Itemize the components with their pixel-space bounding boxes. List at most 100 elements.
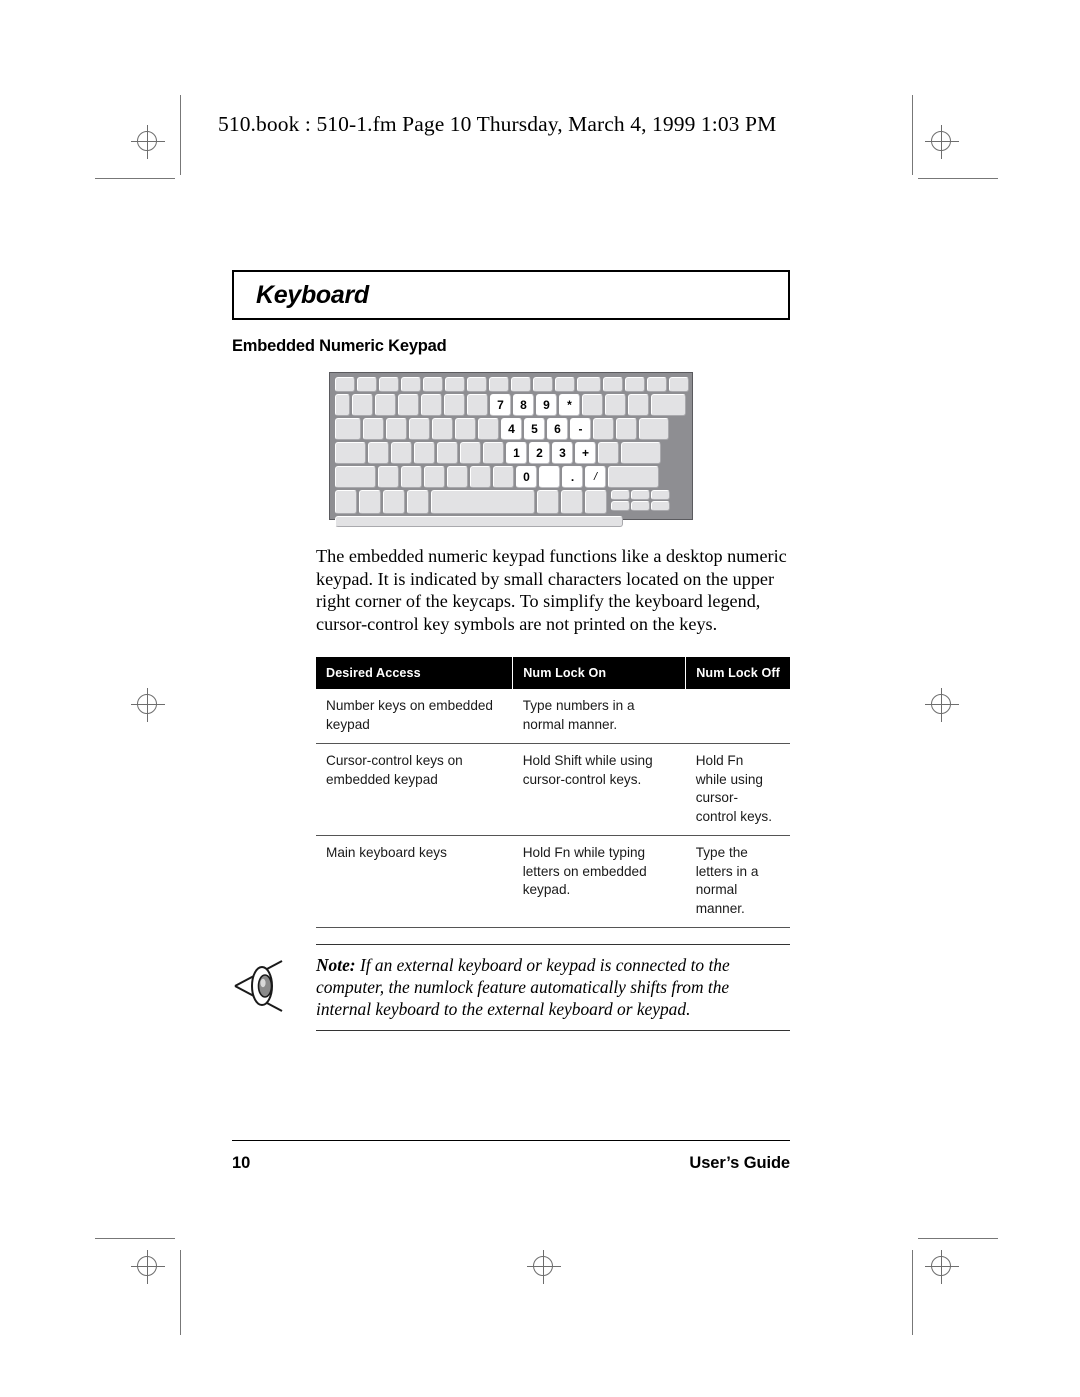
arrow-row-top	[611, 490, 670, 500]
table-row: Number keys on embedded keypad Type numb…	[316, 689, 790, 744]
key-arrow-up	[631, 490, 650, 500]
key-blank	[401, 466, 422, 488]
registration-vline	[941, 125, 942, 159]
key-blank	[444, 394, 465, 416]
key-blank	[335, 394, 350, 416]
registration-hline	[527, 1266, 561, 1267]
key-blank	[669, 377, 689, 392]
keyboard-row-modifiers	[335, 490, 687, 514]
eye-note-icon	[234, 960, 283, 1012]
footer-inner: 10 User’s Guide	[232, 1141, 790, 1173]
key-ctrl	[335, 490, 357, 514]
column-header-num-lock-off: Num Lock Off	[685, 657, 790, 689]
key-blank	[357, 377, 377, 392]
keypad-key-6: 6	[547, 418, 568, 440]
key-blank	[639, 418, 669, 440]
key-blank	[611, 490, 630, 500]
registration-mark-bottom-right	[925, 1250, 959, 1284]
print-header: 510.book : 510-1.fm Page 10 Thursday, Ma…	[218, 112, 777, 136]
key-blank	[455, 418, 476, 440]
arrow-key-cluster	[611, 490, 670, 514]
crop-line-left-vertical-bottom	[180, 1250, 181, 1335]
page-title: Keyboard	[256, 280, 369, 309]
registration-vline	[147, 1250, 148, 1284]
key-blank	[437, 442, 458, 464]
keypad-key-5: 5	[524, 418, 545, 440]
key-blank	[616, 418, 637, 440]
keypad-key-8: 8	[513, 394, 534, 416]
crop-line-right-vertical-top	[912, 95, 913, 175]
key-shift-left	[335, 466, 376, 488]
keypad-key-0: 0	[516, 466, 537, 488]
keypad-key-plus: +	[575, 442, 596, 464]
cell-num-lock-off: Type the letters in a normal manner.	[685, 835, 790, 928]
crop-line-bottom-right-horizontal	[918, 1238, 998, 1239]
keypad-key-blank	[539, 466, 560, 488]
note-body: If an external keyboard or keypad is con…	[316, 955, 730, 1019]
key-blank	[391, 442, 412, 464]
registration-vline	[147, 125, 148, 159]
footer-guide-label: User’s Guide	[689, 1154, 790, 1172]
key-blank	[432, 418, 453, 440]
registration-hline	[131, 141, 165, 142]
key-blank	[582, 394, 603, 416]
registration-vline	[147, 688, 148, 722]
key-blank	[577, 377, 601, 392]
note-block: Note: If an external keyboard or keypad …	[234, 944, 790, 1031]
key-blank	[386, 418, 407, 440]
registration-vline	[941, 1250, 942, 1284]
column-header-desired-access: Desired Access	[316, 657, 514, 689]
registration-hline	[925, 141, 959, 142]
key-blank	[409, 418, 430, 440]
keyboard-row-home: 1 2 3 +	[335, 442, 687, 464]
page-content: Keyboard Embedded Numeric Keypad 7 8 9 *…	[232, 270, 790, 1031]
key-blank	[352, 394, 373, 416]
key-blank	[335, 377, 355, 392]
key-blank	[460, 442, 481, 464]
key-capslock	[335, 442, 366, 464]
registration-hline	[925, 704, 959, 705]
keypad-key-4: 4	[501, 418, 522, 440]
key-blank	[470, 466, 491, 488]
key-blank	[467, 394, 488, 416]
key-alt	[407, 490, 429, 514]
registration-mark-mid-right	[925, 688, 959, 722]
registration-mark-top-left	[131, 125, 165, 159]
registration-hline	[131, 704, 165, 705]
key-menu	[561, 490, 583, 514]
key-win	[383, 490, 405, 514]
body-paragraph: The embedded numeric keypad functions li…	[316, 546, 787, 634]
registration-mark-bottom-left	[131, 1250, 165, 1284]
note-label: Note:	[316, 955, 356, 975]
crop-line-left-vertical-top	[180, 95, 181, 175]
crop-line-bottom-left-horizontal	[95, 1238, 175, 1239]
crop-line-right-vertical-bottom	[912, 1250, 913, 1335]
keyboard-row-function	[335, 377, 689, 392]
key-blank	[368, 442, 389, 464]
keyboard-figure: 7 8 9 * 4 5 6 - 1 2 3 + 0 . /	[232, 372, 790, 527]
section-subheading: Embedded Numeric Keypad	[232, 337, 447, 355]
key-blank	[555, 377, 575, 392]
key-blank	[493, 466, 514, 488]
keypad-key-1: 1	[506, 442, 527, 464]
cell-num-lock-on: Type numbers in a normal manner.	[512, 689, 686, 744]
crop-line-top-left-horizontal	[95, 178, 175, 179]
key-blank	[445, 377, 465, 392]
keyboard-row-palmrest	[335, 516, 687, 527]
cell-num-lock-off	[685, 689, 790, 744]
key-spacebar	[431, 490, 535, 514]
numlock-table: Desired Access Num Lock On Num Lock Off …	[316, 657, 790, 928]
key-blank	[593, 418, 614, 440]
key-blank	[447, 466, 468, 488]
cell-desired-access: Cursor-control keys on embedded keypad	[316, 743, 513, 836]
registration-mark-bottom-center	[527, 1250, 561, 1284]
registration-hline	[131, 1266, 165, 1267]
chapter-title-box: Keyboard	[232, 270, 790, 320]
key-blank	[379, 377, 399, 392]
registration-vline	[543, 1250, 544, 1284]
keyboard-row-letters-top: 4 5 6 -	[335, 418, 687, 440]
key-blank	[478, 418, 499, 440]
keyboard-row-numbers: 7 8 9 *	[335, 394, 687, 416]
registration-hline	[925, 1266, 959, 1267]
key-blank	[401, 377, 421, 392]
